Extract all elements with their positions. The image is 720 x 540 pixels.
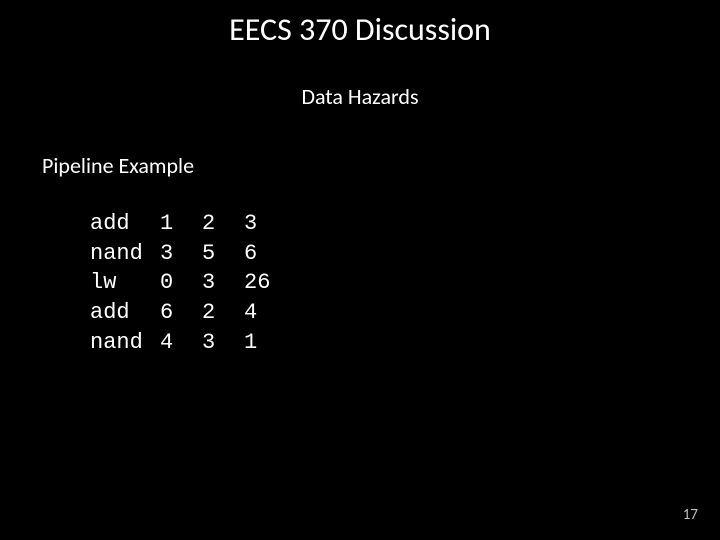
instruction-op: nand [90,239,160,269]
instruction-arg2: 3 [202,268,244,298]
instruction-arg3: 26 [244,268,270,298]
section-heading: Pipeline Example [42,152,720,179]
instruction-arg1: 1 [160,209,202,239]
instruction-arg1: 3 [160,239,202,269]
instruction-arg2: 2 [202,298,244,328]
instruction-arg1: 4 [160,328,202,358]
instruction-op: lw [90,268,160,298]
instruction-row: add 1 2 3 [90,209,720,239]
instruction-arg3: 4 [244,298,257,328]
instruction-arg3: 3 [244,209,257,239]
instruction-arg3: 1 [244,328,257,358]
instruction-op: add [90,298,160,328]
instruction-op: add [90,209,160,239]
instruction-arg1: 0 [160,268,202,298]
instruction-row: add 6 2 4 [90,298,720,328]
instruction-arg1: 6 [160,298,202,328]
instruction-row: nand 3 5 6 [90,239,720,269]
instruction-arg2: 2 [202,209,244,239]
slide-title: EECS 370 Discussion [0,0,720,49]
instruction-arg3: 6 [244,239,257,269]
instruction-arg2: 5 [202,239,244,269]
slide-subtitle: Data Hazards [0,83,720,110]
instruction-arg2: 3 [202,328,244,358]
page-number: 17 [683,506,698,524]
instruction-row: nand 4 3 1 [90,328,720,358]
instruction-list: add 1 2 3 nand 3 5 6 lw 0 3 26 add 6 2 4… [90,209,720,357]
instruction-op: nand [90,328,160,358]
instruction-row: lw 0 3 26 [90,268,720,298]
